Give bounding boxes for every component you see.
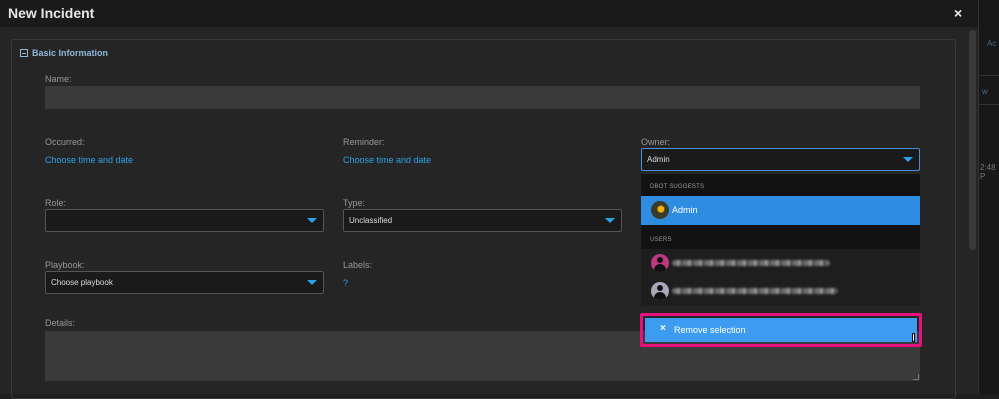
resize-handle[interactable] (913, 374, 919, 380)
dialog-title: New Incident (8, 5, 95, 21)
reminder-date-link[interactable]: Choose time and date (343, 155, 431, 165)
playbook-label: Playbook: (45, 260, 85, 270)
mouse-cursor (912, 333, 915, 342)
reminder-label: Reminder: (343, 137, 385, 147)
suggested-owner-name: Admin (672, 205, 698, 215)
section-title: Basic Information (32, 48, 109, 58)
name-label: Name: (45, 74, 72, 84)
occurred-date-link[interactable]: Choose time and date (45, 155, 133, 165)
owner-dropdown: DBOT SUGGESTS Admin USERS (641, 174, 920, 306)
user-option[interactable] (641, 277, 920, 306)
users-header: USERS (650, 237, 672, 243)
owner-select[interactable]: Admin (641, 148, 920, 171)
chevron-down-icon (307, 280, 317, 285)
playbook-select[interactable]: Choose playbook (45, 271, 324, 294)
admin-avatar (651, 201, 669, 219)
owner-value: Admin (647, 155, 670, 164)
redacted-user-name (672, 260, 830, 266)
collapse-icon[interactable] (20, 49, 28, 57)
playbook-value: Choose playbook (51, 278, 113, 287)
dialog-titlebar: New Incident × (0, 0, 978, 27)
background-text: w (982, 87, 988, 96)
background-text: Ac (987, 39, 997, 48)
role-select[interactable] (45, 209, 324, 232)
labels-link[interactable]: ? (343, 278, 348, 288)
close-icon[interactable]: × (954, 5, 962, 21)
type-label: Type: (343, 198, 366, 208)
remove-selection-button[interactable]: × Remove selection (645, 318, 917, 342)
type-select[interactable]: Unclassified (343, 209, 622, 232)
background-panel: Ac w 2:48 P (978, 0, 999, 394)
new-incident-dialog: New Incident × Basic Information Name: O… (0, 0, 978, 399)
name-input[interactable] (45, 86, 920, 109)
labels-label: Labels: (343, 260, 373, 270)
section-header[interactable]: Basic Information (20, 48, 108, 58)
chevron-down-icon (903, 157, 913, 162)
highlight-box: × Remove selection (640, 313, 922, 347)
role-label: Role: (45, 198, 67, 208)
occurred-label: Occurred: (45, 137, 85, 147)
scrollbar[interactable] (969, 30, 976, 250)
user-avatar-icon (651, 282, 669, 300)
chevron-down-icon (307, 218, 317, 223)
user-option[interactable] (641, 249, 920, 278)
remove-icon: × (660, 323, 666, 334)
suggested-owner-admin[interactable]: Admin (641, 196, 920, 225)
background-time: 2:48 P (980, 163, 996, 181)
remove-selection-label: Remove selection (674, 325, 746, 335)
dbot-suggests-header: DBOT SUGGESTS (650, 184, 705, 190)
details-label: Details: (45, 318, 76, 328)
type-value: Unclassified (349, 216, 393, 225)
user-avatar-icon (651, 254, 669, 272)
redacted-user-name (672, 288, 838, 294)
chevron-down-icon (605, 218, 615, 223)
owner-label: Owner: (641, 137, 671, 147)
